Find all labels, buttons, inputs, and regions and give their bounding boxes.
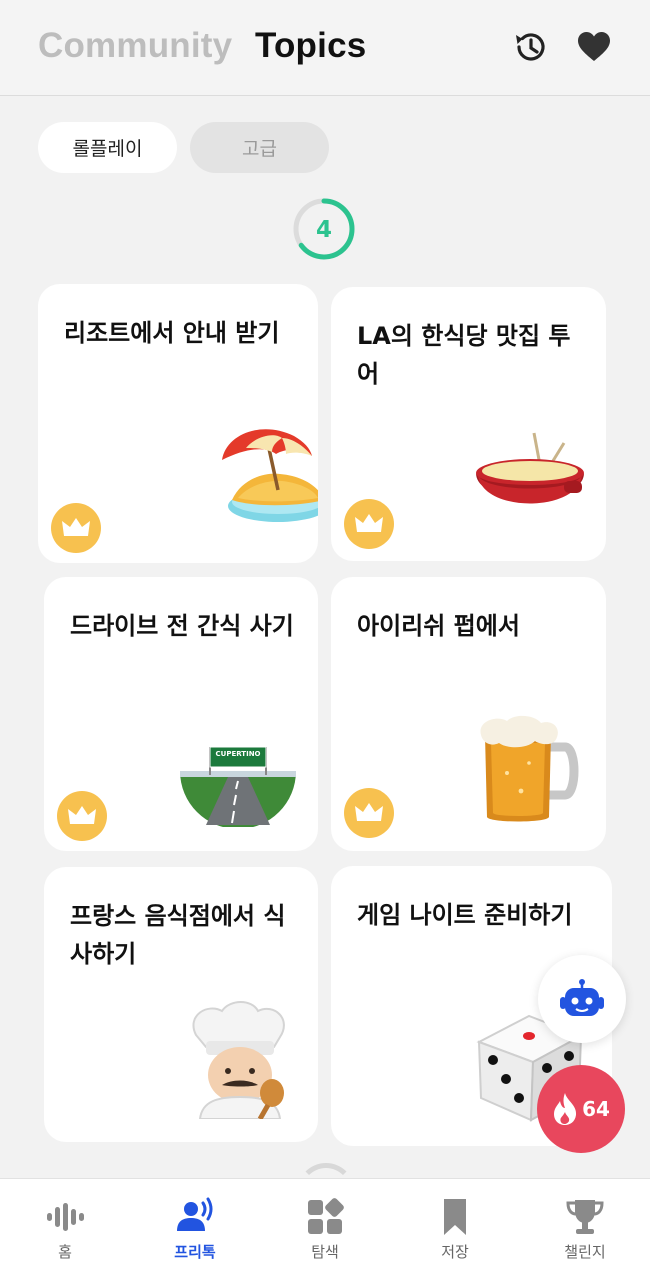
- topic-card[interactable]: 아이리쉬 펍에서: [331, 577, 606, 851]
- nav-label: 프리톡: [174, 1243, 216, 1261]
- topic-card[interactable]: 드라이브 전 간식 사기 CUPERTINO: [44, 577, 318, 851]
- tab-topics[interactable]: Topics: [255, 26, 366, 66]
- app-header: Community Topics: [0, 0, 650, 96]
- nav-home[interactable]: 홈: [0, 1179, 130, 1282]
- nav-freetalk[interactable]: 프리톡: [130, 1179, 260, 1282]
- history-icon[interactable]: [511, 28, 549, 66]
- nav-challenge[interactable]: 챌린지: [520, 1179, 650, 1282]
- fondue-pot-emoji: [476, 432, 584, 504]
- grid-icon: [308, 1198, 344, 1234]
- topic-card[interactable]: 리조트에서 안내 받기: [38, 284, 318, 563]
- topic-title: 드라이브 전 간식 사기: [70, 612, 294, 640]
- topic-title: LA의 한식당 맛집 투어: [357, 322, 571, 388]
- bottom-nav: 홈 프리톡 탐색 저장 챌린지: [0, 1178, 650, 1282]
- tab-community[interactable]: Community: [38, 26, 232, 66]
- chip-roleplay[interactable]: 롤플레이: [38, 122, 177, 173]
- progress-ring: 4: [293, 198, 355, 260]
- ai-bot-button[interactable]: [538, 955, 626, 1043]
- heart-icon[interactable]: [575, 28, 613, 66]
- waveform-icon: [47, 1203, 84, 1231]
- premium-crown-icon: [57, 791, 107, 841]
- beer-mug-emoji: [480, 715, 579, 822]
- premium-crown-icon: [344, 788, 394, 838]
- bookmark-icon: [444, 1199, 466, 1235]
- topic-card[interactable]: LA의 한식당 맛집 투어: [331, 287, 606, 561]
- topic-card[interactable]: 프랑스 음식점에서 식사하기: [44, 867, 318, 1142]
- topic-title: 아이리쉬 펍에서: [357, 612, 520, 640]
- beach-umbrella-island-emoji: [222, 429, 318, 522]
- flame-icon: [554, 1093, 577, 1125]
- nav-saved[interactable]: 저장: [390, 1179, 520, 1282]
- person-speaking-icon: [177, 1197, 213, 1231]
- trophy-icon: [566, 1200, 604, 1234]
- topic-title: 프랑스 음식점에서 식사하기: [70, 902, 286, 968]
- nav-label: 저장: [441, 1243, 469, 1261]
- road-sign-text: CUPERTINO: [216, 750, 261, 758]
- nav-label: 챌린지: [564, 1243, 606, 1261]
- topic-title: 리조트에서 안내 받기: [64, 319, 280, 347]
- streak-button[interactable]: 64: [537, 1065, 625, 1153]
- premium-crown-icon: [344, 499, 394, 549]
- chip-advanced[interactable]: 고급: [190, 122, 329, 173]
- highway-road-emoji: CUPERTINO: [180, 746, 296, 827]
- premium-crown-icon: [51, 503, 101, 553]
- chef-emoji: [192, 1001, 285, 1119]
- topic-title: 게임 나이트 준비하기: [357, 901, 573, 929]
- robot-icon: [560, 979, 604, 1016]
- nav-label: 탐색: [311, 1243, 339, 1261]
- progress-count: 4: [316, 217, 332, 243]
- nav-label: 홈: [58, 1243, 72, 1261]
- streak-count: 64: [582, 1097, 610, 1121]
- nav-explore[interactable]: 탐색: [260, 1179, 390, 1282]
